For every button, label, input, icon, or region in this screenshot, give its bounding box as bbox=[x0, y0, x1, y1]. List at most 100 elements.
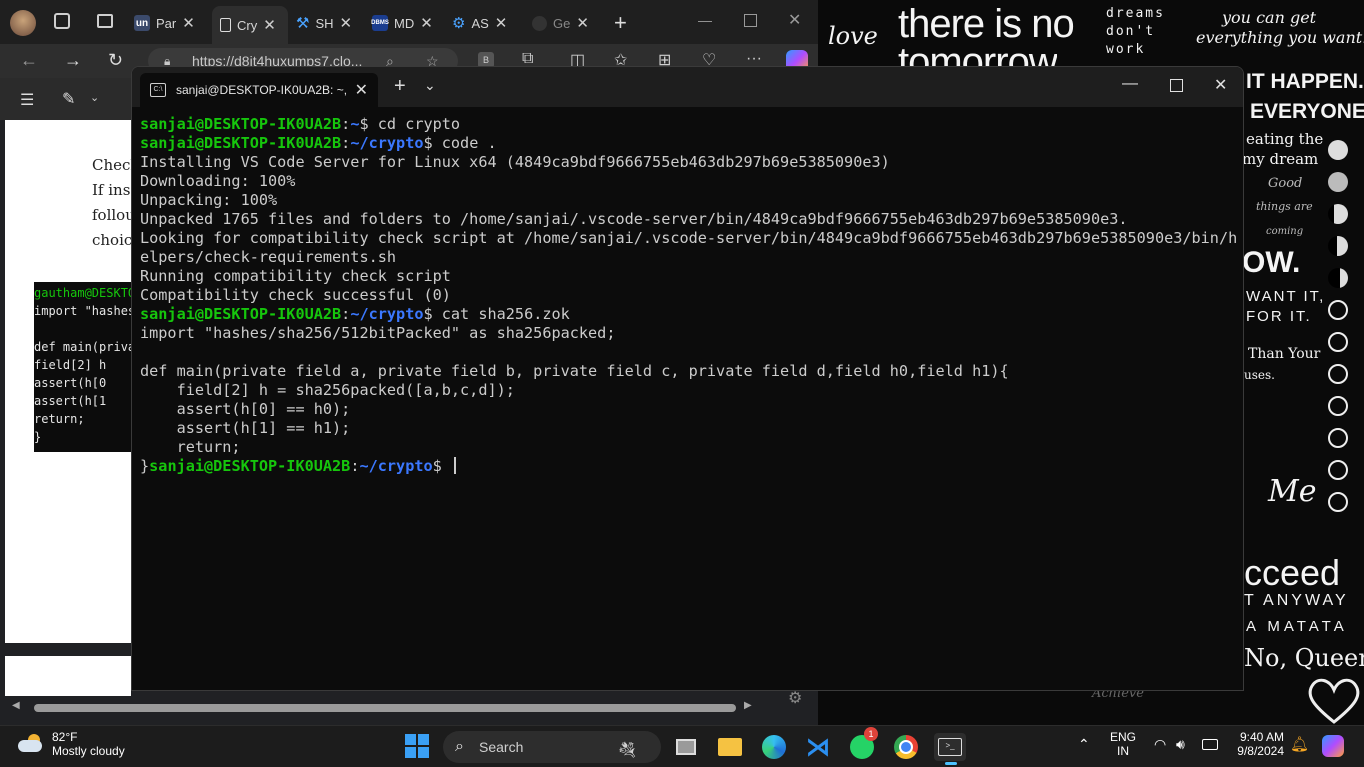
start-button[interactable] bbox=[405, 734, 429, 758]
close-tab-icon[interactable]: ✕ bbox=[355, 80, 368, 100]
close-tab-icon[interactable]: ✕ bbox=[182, 14, 195, 32]
browser-tab[interactable]: DBMS MD ✕ bbox=[371, 8, 444, 38]
workspaces-icon[interactable] bbox=[54, 13, 70, 29]
table-of-contents-icon[interactable]: ☰ bbox=[20, 90, 34, 110]
terminal-line: sanjai@DESKTOP-IK0UA2B:~/crypto$ code . bbox=[140, 134, 1237, 153]
file-explorer-icon[interactable] bbox=[716, 733, 744, 761]
wallpaper-text: tomorrow bbox=[898, 40, 1057, 66]
minimize-icon[interactable]: — bbox=[1122, 75, 1138, 93]
terminal-line: Compatibility check successful (0) bbox=[140, 286, 1237, 305]
code-line: } bbox=[34, 430, 42, 444]
close-tab-icon[interactable]: ✕ bbox=[576, 14, 589, 32]
page-text-line: If ins bbox=[92, 181, 131, 199]
vscode-icon[interactable]: ⋊ bbox=[804, 733, 832, 761]
notification-bell-icon[interactable]: 🔔︎ bbox=[1290, 735, 1309, 753]
terminal-text: Looking for compatibility check script a… bbox=[140, 229, 1238, 247]
chevron-down-icon[interactable]: ⌄ bbox=[90, 91, 99, 104]
tab-label: MD bbox=[394, 15, 415, 31]
terminal-line: return; bbox=[140, 438, 1237, 457]
maximize-icon[interactable] bbox=[1170, 79, 1183, 92]
close-tab-icon[interactable]: ✕ bbox=[340, 14, 353, 32]
terminal-tab-icon: C:\ bbox=[150, 83, 166, 97]
terminal-text: $ cd crypto bbox=[359, 115, 461, 133]
terminal-line: Unpacking: 100% bbox=[140, 191, 1237, 210]
gear-icon: ⚙ bbox=[452, 15, 466, 32]
terminal-line: sanjai@DESKTOP-IK0UA2B:~$ cd crypto bbox=[140, 115, 1237, 134]
browser-tab-active[interactable]: Cry ✕ bbox=[212, 6, 288, 44]
terminal-line: Looking for compatibility check script a… bbox=[140, 229, 1237, 248]
wallpaper-text: cceed bbox=[1244, 552, 1341, 593]
chevron-up-icon[interactable]: ⌃ bbox=[1078, 736, 1090, 753]
code-line: gautham@DESKTO bbox=[34, 286, 136, 300]
taskbar-search[interactable]: ⌕ Search 💐︎ bbox=[443, 731, 661, 763]
profile-avatar[interactable] bbox=[10, 10, 36, 36]
terminal-text: def main(private field a, private field … bbox=[140, 362, 1009, 380]
minimize-icon[interactable]: — bbox=[698, 12, 712, 28]
scrollbar-thumb[interactable] bbox=[34, 704, 736, 712]
maximize-icon[interactable] bbox=[744, 14, 757, 27]
weather-widget[interactable]: 82°F Mostly cloudy bbox=[16, 730, 125, 758]
wallpaper-text: FOR IT. bbox=[1246, 308, 1312, 325]
moon-icon bbox=[1328, 428, 1348, 448]
settings-icon[interactable]: ⚙ bbox=[788, 688, 802, 708]
scroll-left-icon[interactable]: ◀ bbox=[12, 700, 20, 711]
task-view-icon[interactable] bbox=[672, 733, 700, 761]
close-tab-icon[interactable]: ✕ bbox=[263, 16, 276, 34]
prompt-user-host: sanjai@DESKTOP-IK0UA2B bbox=[140, 134, 342, 152]
close-tab-icon[interactable]: ✕ bbox=[420, 14, 433, 32]
terminal-output[interactable]: sanjai@DESKTOP-IK0UA2B:~$ cd crypto sanja… bbox=[140, 115, 1237, 476]
new-tab-button[interactable]: + bbox=[614, 10, 627, 36]
wifi-icon[interactable]: ◠ bbox=[1154, 736, 1166, 753]
wallpaper-text: No, Queen bbox=[1244, 644, 1364, 672]
edge-browser-icon[interactable] bbox=[760, 733, 788, 761]
terminal-text: Running compatibility check script bbox=[140, 267, 451, 285]
wallpaper-text: Than Your bbox=[1248, 346, 1321, 362]
highlight-icon[interactable]: ✎ bbox=[62, 89, 75, 109]
notification-badge: 1 bbox=[864, 727, 878, 741]
pdf-page-bottom bbox=[5, 656, 131, 696]
search-placeholder: Search bbox=[479, 739, 524, 755]
scroll-right-icon[interactable]: ▶ bbox=[744, 700, 752, 711]
terminal-text: Unpacking: 100% bbox=[140, 191, 278, 209]
terminal-line: sanjai@DESKTOP-IK0UA2B:~/crypto$ cat sha… bbox=[140, 305, 1237, 324]
browser-tab[interactable]: Ge ✕ bbox=[532, 8, 596, 38]
terminal-text: $ code . bbox=[423, 134, 497, 152]
back-icon[interactable]: ← bbox=[20, 50, 38, 71]
volume-icon[interactable]: 🔊︎ bbox=[1176, 736, 1185, 753]
search-icon: ⌕ bbox=[455, 738, 464, 755]
horizontal-scrollbar[interactable]: ◀ ▶ ⚙ bbox=[0, 690, 818, 718]
browser-tab[interactable]: ⚙ AS ✕ bbox=[452, 8, 522, 38]
chevron-down-icon[interactable]: ⌄ bbox=[424, 77, 436, 94]
terminal-text: elpers/check-requirements.sh bbox=[140, 248, 397, 266]
tab-label: Cry bbox=[237, 17, 258, 33]
prompt-path: ~/crypto bbox=[350, 305, 424, 323]
close-tab-icon[interactable]: ✕ bbox=[495, 14, 508, 32]
terminal-text: $ bbox=[432, 457, 451, 475]
wallpaper-text: things are bbox=[1256, 200, 1313, 213]
tab-label: AS bbox=[471, 15, 489, 31]
whatsapp-icon[interactable]: 1 bbox=[848, 727, 878, 761]
browser-tab[interactable]: ⚒ SH ✕ bbox=[296, 8, 366, 38]
forward-icon[interactable]: → bbox=[64, 50, 82, 71]
terminal-tab[interactable]: C:\ sanjai@DESKTOP-IK0UA2B: ~, ✕ bbox=[140, 73, 378, 107]
terminal-text: assert(h[0] == h0); bbox=[140, 400, 351, 418]
wallpaper-text: don't bbox=[1106, 24, 1156, 39]
close-window-icon[interactable]: ✕ bbox=[1214, 75, 1227, 95]
language-indicator[interactable]: ENG IN bbox=[1110, 730, 1136, 758]
code-line: import "hashes bbox=[34, 304, 136, 318]
new-tab-button[interactable]: + bbox=[394, 75, 406, 98]
tab-favicon-un: un bbox=[134, 15, 150, 31]
prompt-user-host: sanjai@DESKTOP-IK0UA2B bbox=[140, 305, 342, 323]
battery-icon[interactable] bbox=[1202, 739, 1218, 750]
tab-actions-icon[interactable] bbox=[97, 14, 113, 28]
clock[interactable]: 9:40 AM 9/8/2024 bbox=[1232, 730, 1284, 758]
close-window-icon[interactable]: ✕ bbox=[788, 10, 801, 30]
terminal-text: : bbox=[341, 134, 351, 152]
terminal-app-icon[interactable]: >_ bbox=[934, 733, 966, 765]
tab-label: Par bbox=[156, 15, 177, 31]
terminal-line: }sanjai@DESKTOP-IK0UA2B:~/crypto$ bbox=[140, 457, 1237, 476]
refresh-icon[interactable]: ↻ bbox=[108, 50, 123, 71]
chrome-icon[interactable] bbox=[892, 733, 920, 761]
browser-tab[interactable]: un Par ✕ bbox=[134, 8, 206, 38]
copilot-taskbar-icon[interactable] bbox=[1322, 735, 1344, 757]
